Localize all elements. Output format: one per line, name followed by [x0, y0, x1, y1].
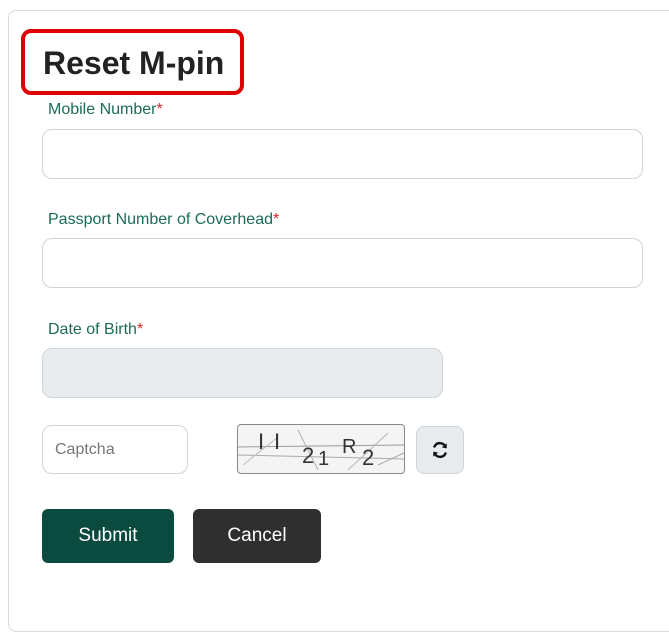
date-of-birth-input[interactable]: [42, 348, 443, 398]
mobile-number-input[interactable]: [42, 129, 643, 179]
captcha-noise-graphic: I I 2 1 R 2: [238, 429, 404, 471]
cancel-button[interactable]: Cancel: [193, 509, 321, 563]
submit-button[interactable]: Submit: [42, 509, 174, 563]
passport-number-input[interactable]: [42, 238, 643, 288]
passport-number-label: Passport Number of Coverhead*: [48, 211, 280, 228]
captcha-image: I I 2 1 R 2: [237, 424, 405, 474]
refresh-icon: [433, 441, 447, 459]
mobile-number-label: Mobile Number*: [48, 101, 163, 118]
svg-text:R: R: [342, 436, 356, 458]
svg-text:I: I: [258, 429, 264, 454]
required-marker: *: [136, 321, 144, 338]
svg-text:2: 2: [362, 445, 374, 470]
page-title: Reset M-pin: [43, 45, 225, 81]
required-marker: *: [273, 211, 280, 228]
captcha-refresh-button[interactable]: [416, 426, 464, 474]
captcha-input[interactable]: [42, 425, 188, 474]
svg-text:2: 2: [302, 443, 314, 468]
svg-text:I: I: [274, 429, 280, 454]
required-marker: *: [156, 101, 163, 118]
svg-text:1: 1: [318, 448, 329, 470]
date-of-birth-label: Date of Birth*: [48, 321, 144, 338]
